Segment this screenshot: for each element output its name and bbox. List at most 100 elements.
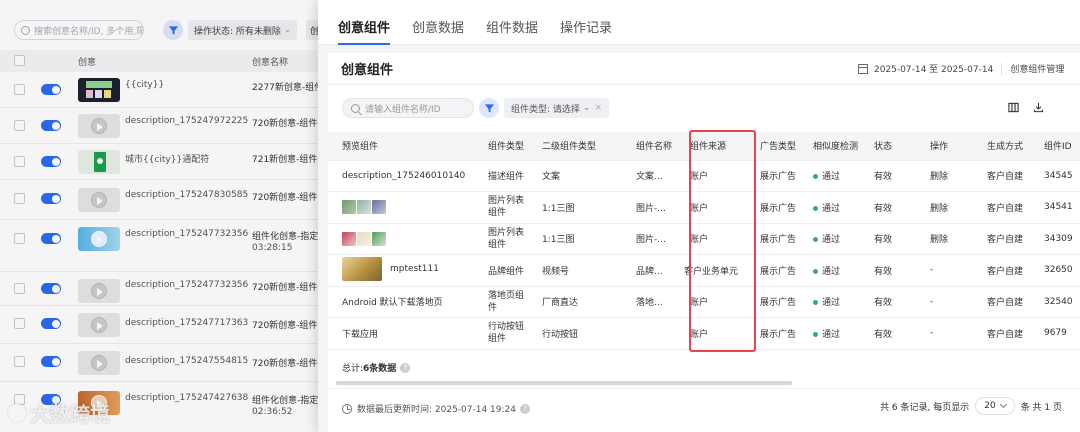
- component-source: 账户: [676, 160, 746, 192]
- bg-table-row[interactable]: description_175247554815 720新创意-组件化: [0, 344, 330, 382]
- row-toggle[interactable]: [41, 356, 61, 367]
- status-dot: [813, 205, 818, 211]
- component-type: 图片列表组件: [474, 223, 528, 255]
- row-toggle[interactable]: [41, 84, 61, 95]
- bg-table-row[interactable]: description_175247830585 720新创意-组件化: [0, 180, 330, 220]
- row-checkbox[interactable]: [14, 318, 25, 329]
- preview-text: 下载应用: [328, 317, 474, 350]
- similarity-check: 通过: [799, 286, 860, 318]
- similarity-label: 通过: [822, 298, 841, 309]
- component-subtype: 1:1三图: [528, 223, 622, 255]
- card-header: 创意组件 2025-07-14 至 2025-07-14 创意组件管理: [328, 53, 1080, 83]
- component-manage-link[interactable]: 创意组件管理: [1010, 62, 1064, 75]
- row-checkbox[interactable]: [14, 156, 25, 167]
- col-name: 组件名称: [622, 132, 676, 161]
- component-subtype: 1:1三图: [528, 191, 622, 224]
- row-toggle[interactable]: [41, 318, 61, 329]
- row-checkbox[interactable]: [14, 233, 25, 244]
- bg-table-row[interactable]: description_175247972225 720新创意-组件化: [0, 108, 330, 144]
- preview-thumbnails: [342, 200, 474, 215]
- page-size-select[interactable]: 20: [975, 397, 1015, 415]
- row-toggle[interactable]: [41, 120, 61, 131]
- select-all-checkbox[interactable]: [14, 55, 25, 66]
- filter-icon[interactable]: [479, 98, 499, 118]
- row-toggle[interactable]: [41, 233, 61, 244]
- filter-icon[interactable]: [163, 20, 183, 40]
- tab-creative-components[interactable]: 创意组件: [338, 17, 391, 45]
- row-toggle[interactable]: [41, 283, 61, 294]
- video-thumbnail: [78, 313, 120, 337]
- component-name: 落地...: [622, 286, 676, 318]
- play-icon: [91, 355, 107, 371]
- bg-filter-chip[interactable]: 操作状态: 所有未删除 ⌄: [188, 20, 298, 40]
- preview-images: [328, 223, 474, 255]
- table-row[interactable]: description_175246010140 描述组件 文案 文案... 账…: [328, 160, 1080, 192]
- bg-search-input[interactable]: 搜索创意名称/ID, 多个用,隔开: [14, 20, 144, 40]
- table-row[interactable]: 图片列表组件 1:1三图 图片-... 账户 展示广告 通过 有效 删除 客户自…: [328, 223, 1080, 255]
- video-thumbnail: [78, 279, 120, 303]
- delete-link[interactable]: 删除: [916, 160, 973, 192]
- row-toggle[interactable]: [41, 156, 61, 167]
- component-id: 32540: [1030, 286, 1080, 318]
- ad-type: 展示广告: [746, 160, 799, 192]
- creative-name: description_175247554815: [125, 356, 249, 366]
- row-checkbox[interactable]: [14, 84, 25, 95]
- columns-icon[interactable]: [1006, 100, 1020, 114]
- tab-creative-data[interactable]: 创意数据: [412, 17, 464, 44]
- ad-type: 展示广告: [746, 254, 799, 287]
- generation-method: 客户自建: [973, 286, 1030, 318]
- total-label: 总计:: [342, 364, 364, 374]
- row-checkbox[interactable]: [14, 283, 25, 294]
- component-source: 账户: [676, 317, 746, 350]
- ad-type: 展示广告: [746, 317, 799, 350]
- bg-table-row[interactable]: 城市{{city}}通配符 721新创意-组件化: [0, 144, 330, 180]
- download-icon[interactable]: [1031, 100, 1045, 114]
- component-name: 图片-...: [622, 191, 676, 224]
- col-operation: 操作: [916, 132, 973, 161]
- component-name: 图片-...: [622, 223, 676, 255]
- bg-table-row[interactable]: description_175247732356 720新创意-组件化: [0, 272, 330, 306]
- component-id: 9679: [1030, 317, 1080, 350]
- ad-type: 展示广告: [746, 286, 799, 318]
- table-row[interactable]: 下载应用 行动按钮组件 行动按钮 账户 展示广告 通过 有效 - 客户自建 96…: [328, 317, 1080, 350]
- help-icon[interactable]: ?: [400, 362, 411, 373]
- preview-image: [342, 200, 356, 215]
- similarity-check: 通过: [799, 317, 860, 350]
- similarity-check: 通过: [799, 223, 860, 255]
- table-row[interactable]: mptest111 品牌组件 视频号 品牌... 客户业务单元 展示广告 通过 …: [328, 254, 1080, 287]
- row-toggle[interactable]: [41, 193, 61, 204]
- component-search-input[interactable]: 请输入组件名称/ID: [342, 98, 474, 118]
- help-icon[interactable]: ?: [520, 403, 530, 414]
- table-row[interactable]: 图片列表组件 1:1三图 图片-... 账户 展示广告 通过 有效 删除 客户自…: [328, 191, 1080, 224]
- row-checkbox[interactable]: [14, 193, 25, 204]
- tab-operation-log[interactable]: 操作记录: [560, 17, 612, 44]
- table-row[interactable]: Android 默认下载落地页 落地页组件 厂商直达 落地... 账户 展示广告…: [328, 286, 1080, 318]
- close-icon[interactable]: ×: [594, 103, 602, 113]
- card-title: 创意组件: [341, 63, 394, 78]
- creative-detail-drawer: 创意组件 创意数据 组件数据 操作记录 创意组件 2025-07-14 至 20…: [318, 0, 1080, 432]
- operation-empty: -: [916, 286, 973, 318]
- bg-table-row[interactable]: description_175247732356 组件化创意-指定创 03:28…: [0, 220, 330, 272]
- horizontal-scrollbar[interactable]: [336, 381, 792, 385]
- bg-table-row[interactable]: {{city}} 2277新创意-组件化: [0, 72, 330, 108]
- component-type: 图片列表组件: [474, 191, 528, 224]
- date-range-picker[interactable]: 2025-07-14 至 2025-07-14 创意组件管理: [858, 62, 1064, 75]
- similarity-label: 通过: [822, 172, 841, 183]
- delete-link[interactable]: 删除: [916, 191, 973, 224]
- component-id: 34541: [1030, 191, 1080, 224]
- delete-link[interactable]: 删除: [916, 223, 973, 255]
- bg-search-placeholder: 搜索创意名称/ID, 多个用,隔开: [34, 26, 144, 37]
- watermark-text: 大数跨境: [30, 402, 110, 426]
- row-checkbox[interactable]: [14, 120, 25, 131]
- bg-table-row[interactable]: description_175247717363 720新创意-组件化: [0, 306, 330, 344]
- row-checkbox[interactable]: [14, 356, 25, 367]
- status-dot: [813, 331, 818, 337]
- tab-component-data[interactable]: 组件数据: [486, 17, 538, 44]
- preview-image: [357, 231, 371, 246]
- component-source: 账户: [676, 191, 746, 224]
- bg-col-creative: 创意: [78, 58, 97, 68]
- operation-empty: -: [916, 317, 973, 350]
- component-id: 34545: [1030, 160, 1080, 192]
- component-subtype: 行动按钮: [528, 317, 622, 350]
- component-type-filter[interactable]: 组件类型: 请选择 ⌄ ×: [504, 98, 609, 118]
